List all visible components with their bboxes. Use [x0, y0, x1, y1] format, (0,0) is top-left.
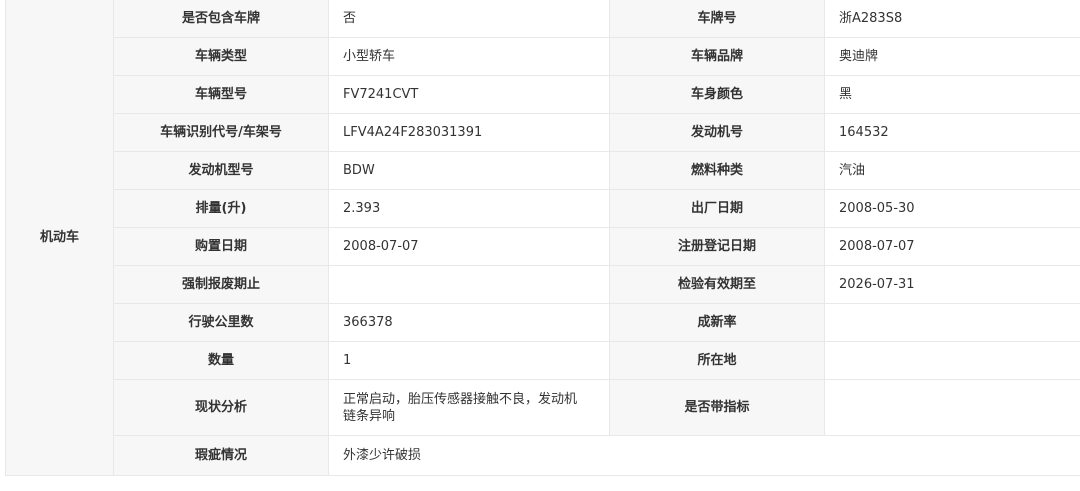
- field-label-engine-number: 发动机号: [609, 113, 825, 152]
- table-row: 购置日期 2008-07-07 注册登记日期 2008-07-07: [6, 227, 1080, 266]
- field-value-mileage: 366378: [328, 303, 610, 342]
- vehicle-info-table: 机动车 是否包含车牌 否 车牌号 浙A283S8 车辆类型 小型轿车 车辆品牌 …: [5, 0, 1080, 476]
- field-value-registration-date: 2008-07-07: [824, 227, 1080, 266]
- field-label-engine-model: 发动机型号: [113, 151, 329, 190]
- field-value-vehicle-brand: 奥迪牌: [824, 37, 1080, 76]
- field-label-vin: 车辆识别代号/车架号: [113, 113, 329, 152]
- table-row: 强制报废期止 检验有效期至 2026-07-31: [6, 265, 1080, 304]
- field-value-has-quota: [824, 379, 1080, 436]
- field-label-vehicle-model: 车辆型号: [113, 75, 329, 114]
- field-value-vehicle-model: FV7241CVT: [328, 75, 610, 114]
- field-label-defects: 瑕疵情况: [113, 435, 329, 476]
- category-label: 机动车: [5, 0, 114, 476]
- field-label-has-quota: 是否带指标: [609, 379, 825, 436]
- field-label-newness-rate: 成新率: [609, 303, 825, 342]
- field-value-body-color: 黑: [824, 75, 1080, 114]
- table-row: 排量(升) 2.393 出厂日期 2008-05-30: [6, 189, 1080, 228]
- field-value-inspection-valid-until: 2026-07-31: [824, 265, 1080, 304]
- field-label-vehicle-brand: 车辆品牌: [609, 37, 825, 76]
- field-label-inspection-valid-until: 检验有效期至: [609, 265, 825, 304]
- field-label-plate-number: 车牌号: [609, 0, 825, 38]
- table-row: 数量 1 所在地: [6, 341, 1080, 380]
- field-value-vehicle-type: 小型轿车: [328, 37, 610, 76]
- field-value-defects: 外漆少许破损: [328, 435, 1080, 476]
- table-row: 车辆类型 小型轿车 车辆品牌 奥迪牌: [6, 37, 1080, 76]
- condition-analysis-text: 正常启动，胎压传感器接触不良，发动机链条异响: [343, 391, 578, 424]
- field-label-displacement: 排量(升): [113, 189, 329, 228]
- field-value-has-plate: 否: [328, 0, 610, 38]
- field-label-has-plate: 是否包含车牌: [113, 0, 329, 38]
- field-value-purchase-date: 2008-07-07: [328, 227, 610, 266]
- field-value-quantity: 1: [328, 341, 610, 380]
- field-label-registration-date: 注册登记日期: [609, 227, 825, 266]
- field-value-fuel-type: 汽油: [824, 151, 1080, 190]
- field-label-fuel-type: 燃料种类: [609, 151, 825, 190]
- field-label-mileage: 行驶公里数: [113, 303, 329, 342]
- field-label-manufacture-date: 出厂日期: [609, 189, 825, 228]
- field-value-plate-number: 浙A283S8: [824, 0, 1080, 38]
- field-value-manufacture-date: 2008-05-30: [824, 189, 1080, 228]
- field-value-engine-model: BDW: [328, 151, 610, 190]
- table-row: 车辆识别代号/车架号 LFV4A24F283031391 发动机号 164532: [6, 113, 1080, 152]
- field-label-scrap-deadline: 强制报废期止: [113, 265, 329, 304]
- table-row: 现状分析 正常启动，胎压传感器接触不良，发动机链条异响 是否带指标: [6, 379, 1080, 436]
- table-row: 瑕疵情况 外漆少许破损: [6, 435, 1080, 476]
- field-label-body-color: 车身颜色: [609, 75, 825, 114]
- field-label-location: 所在地: [609, 341, 825, 380]
- table-row: 车辆型号 FV7241CVT 车身颜色 黑: [6, 75, 1080, 114]
- field-label-vehicle-type: 车辆类型: [113, 37, 329, 76]
- field-label-condition-analysis: 现状分析: [113, 379, 329, 436]
- field-value-scrap-deadline: [328, 265, 610, 304]
- field-value-displacement: 2.393: [328, 189, 610, 228]
- table-row: 发动机型号 BDW 燃料种类 汽油: [6, 151, 1080, 190]
- table-row: 行驶公里数 366378 成新率: [6, 303, 1080, 342]
- table-row: 机动车 是否包含车牌 否 车牌号 浙A283S8: [5, 0, 1080, 476]
- field-label-purchase-date: 购置日期: [113, 227, 329, 266]
- field-value-engine-number: 164532: [824, 113, 1080, 152]
- field-value-condition-analysis: 正常启动，胎压传感器接触不良，发动机链条异响: [328, 379, 610, 436]
- field-value-vin: LFV4A24F283031391: [328, 113, 610, 152]
- field-label-quantity: 数量: [113, 341, 329, 380]
- field-value-newness-rate: [824, 303, 1080, 342]
- field-value-location: [824, 341, 1080, 380]
